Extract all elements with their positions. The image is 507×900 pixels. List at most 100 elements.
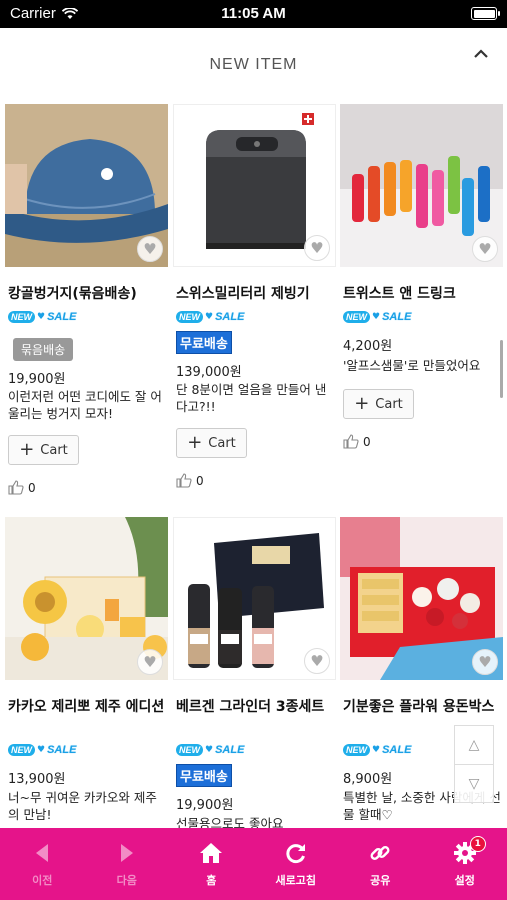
thumbs-up-icon xyxy=(8,480,24,495)
link-icon xyxy=(369,840,391,866)
new-sale-badge: NEW ♥ SALE xyxy=(343,311,411,323)
plus-icon: + xyxy=(19,439,35,460)
add-to-cart-button[interactable]: + Cart xyxy=(343,389,414,419)
product-card[interactable]: ♥ 트위스트 앤 드링크 NEW ♥ SALE 4,200원 '알프스샘물'로 … xyxy=(340,104,503,504)
back-arrow-icon xyxy=(33,840,51,866)
free-shipping-badge: 무료배송 xyxy=(176,764,232,787)
favorite-button[interactable]: ♥ xyxy=(472,649,498,675)
tab-label: 공유 xyxy=(370,874,391,887)
product-price: 19,900원 xyxy=(8,372,66,387)
tab-label: 홈 xyxy=(206,874,217,887)
triangle-up-icon: △ xyxy=(468,737,480,753)
plus-icon: + xyxy=(187,432,203,453)
shipping-tooltip: 묶음배송 xyxy=(13,338,74,361)
heart-icon: ♥ xyxy=(205,745,214,755)
favorite-button[interactable]: ♥ xyxy=(304,235,330,261)
cart-label: Cart xyxy=(208,435,236,451)
add-to-cart-button[interactable]: + Cart xyxy=(8,435,79,465)
product-image[interactable]: ♥ xyxy=(340,104,503,267)
new-sale-badge: NEW ♥ SALE xyxy=(8,744,76,756)
product-name[interactable]: 캉골벙거지(묶음배송) xyxy=(8,284,166,304)
product-price: 19,900원 xyxy=(176,798,234,813)
forward-arrow-icon xyxy=(118,840,136,866)
new-sale-badge: NEW ♥ SALE xyxy=(8,311,76,323)
tab-forward[interactable]: 다음 xyxy=(85,828,170,900)
status-bar: Carrier 11:05 AM xyxy=(0,0,507,28)
add-to-cart-button[interactable]: + Cart xyxy=(176,428,247,458)
bottom-nav: 이전 다음 홈 새로고침 공유 1 설정 xyxy=(0,828,507,900)
section-header: NEW ITEM xyxy=(0,28,507,100)
product-card[interactable]: ♥ 카카오 제리뽀 제주 에디션 NEW ♥ SALE 13,900원 너~무 … xyxy=(5,517,168,837)
cart-label: Cart xyxy=(375,396,403,412)
product-image[interactable]: ♥ xyxy=(5,517,168,680)
product-image[interactable]: ♥ xyxy=(173,517,336,680)
tab-refresh[interactable]: 새로고침 xyxy=(254,828,339,900)
scroll-nav: △ ▽ xyxy=(454,725,494,803)
product-image[interactable]: ♥ xyxy=(5,104,168,267)
tab-home[interactable]: 홈 xyxy=(169,828,254,900)
like-count[interactable]: 0 xyxy=(176,473,204,488)
scroll-down-button[interactable]: ▽ xyxy=(455,764,493,802)
heart-icon: ♥ xyxy=(143,240,157,258)
new-sale-badge: NEW ♥ SALE xyxy=(176,744,244,756)
heart-icon: ♥ xyxy=(205,312,214,322)
heart-icon: ♥ xyxy=(310,239,324,257)
like-count[interactable]: 0 xyxy=(8,480,36,495)
like-number: 0 xyxy=(363,434,371,449)
product-description: 이런저런 어떤 코디에도 잘 어울리는 벙거지 모자! xyxy=(8,389,162,421)
notification-badge: 1 xyxy=(469,836,486,852)
like-number: 0 xyxy=(196,473,204,488)
product-image[interactable]: ♥ xyxy=(340,517,503,680)
product-price: 4,200원 xyxy=(343,339,393,354)
refresh-icon xyxy=(285,840,307,866)
product-name[interactable]: 기분좋은 플라워 용돈박스 xyxy=(343,697,501,717)
thumbs-up-icon xyxy=(343,434,359,449)
chevron-up-icon[interactable] xyxy=(471,44,491,64)
product-name[interactable]: 트위스트 앤 드링크 xyxy=(343,284,501,304)
tab-settings[interactable]: 1 설정 xyxy=(423,828,507,900)
favorite-button[interactable]: ♥ xyxy=(304,648,330,674)
favorite-button[interactable]: ♥ xyxy=(472,236,498,262)
new-sale-badge: NEW ♥ SALE xyxy=(176,311,244,323)
heart-icon: ♥ xyxy=(478,653,492,671)
scroll-up-button[interactable]: △ xyxy=(455,726,493,764)
product-card[interactable]: ♥ 스위스밀리터리 제빙기 NEW ♥ SALE 무료배송 139,000원 단… xyxy=(173,104,336,504)
free-shipping-badge: 무료배송 xyxy=(176,331,232,354)
triangle-down-icon: ▽ xyxy=(468,775,480,792)
heart-icon: ♥ xyxy=(372,745,381,755)
product-description: 너~무 귀여운 카카오와 제주의 만남! xyxy=(8,790,157,822)
thumbs-up-icon xyxy=(176,473,192,488)
tab-label: 이전 xyxy=(32,874,53,887)
heart-icon: ♥ xyxy=(372,312,381,322)
product-description: '알프스샘물'로 만들었어요 xyxy=(343,358,481,373)
gear-icon: 1 xyxy=(453,836,486,866)
heart-icon: ♥ xyxy=(310,652,324,670)
new-sale-badge: NEW ♥ SALE xyxy=(343,744,411,756)
heart-icon: ♥ xyxy=(143,653,157,671)
like-count[interactable]: 0 xyxy=(343,434,371,449)
product-name[interactable]: 카카오 제리뽀 제주 에디션 xyxy=(8,697,166,717)
product-card[interactable]: ♥ 베르겐 그라인더 3종세트 NEW ♥ SALE 무료배송 19,900원 … xyxy=(173,517,336,837)
tab-share[interactable]: 공유 xyxy=(338,828,423,900)
tab-label: 다음 xyxy=(116,874,137,887)
tab-label: 새로고침 xyxy=(275,874,316,887)
tab-back[interactable]: 이전 xyxy=(0,828,85,900)
product-image[interactable]: ♥ xyxy=(173,104,336,267)
like-number: 0 xyxy=(28,480,36,495)
favorite-button[interactable]: ♥ xyxy=(137,236,163,262)
status-time: 11:05 AM xyxy=(221,5,286,22)
heart-icon: ♥ xyxy=(37,312,46,322)
product-name[interactable]: 베르겐 그라인더 3종세트 xyxy=(176,697,334,717)
plus-icon: + xyxy=(354,393,370,414)
product-description: 단 8분이면 얼음을 만들어 낸다고?!! xyxy=(176,382,327,414)
product-card[interactable]: ♥ 캉골벙거지(묶음배송) NEW ♥ SALE 묶음배송 19,900원 이런… xyxy=(5,104,168,504)
product-name[interactable]: 스위스밀리터리 제빙기 xyxy=(176,284,334,304)
product-price: 8,900원 xyxy=(343,772,393,787)
tab-label: 설정 xyxy=(454,874,475,887)
product-price: 13,900원 xyxy=(8,772,66,787)
home-icon xyxy=(199,840,223,866)
favorite-button[interactable]: ♥ xyxy=(137,649,163,675)
cart-label: Cart xyxy=(40,442,68,458)
battery-icon xyxy=(471,7,500,20)
heart-icon: ♥ xyxy=(478,240,492,258)
